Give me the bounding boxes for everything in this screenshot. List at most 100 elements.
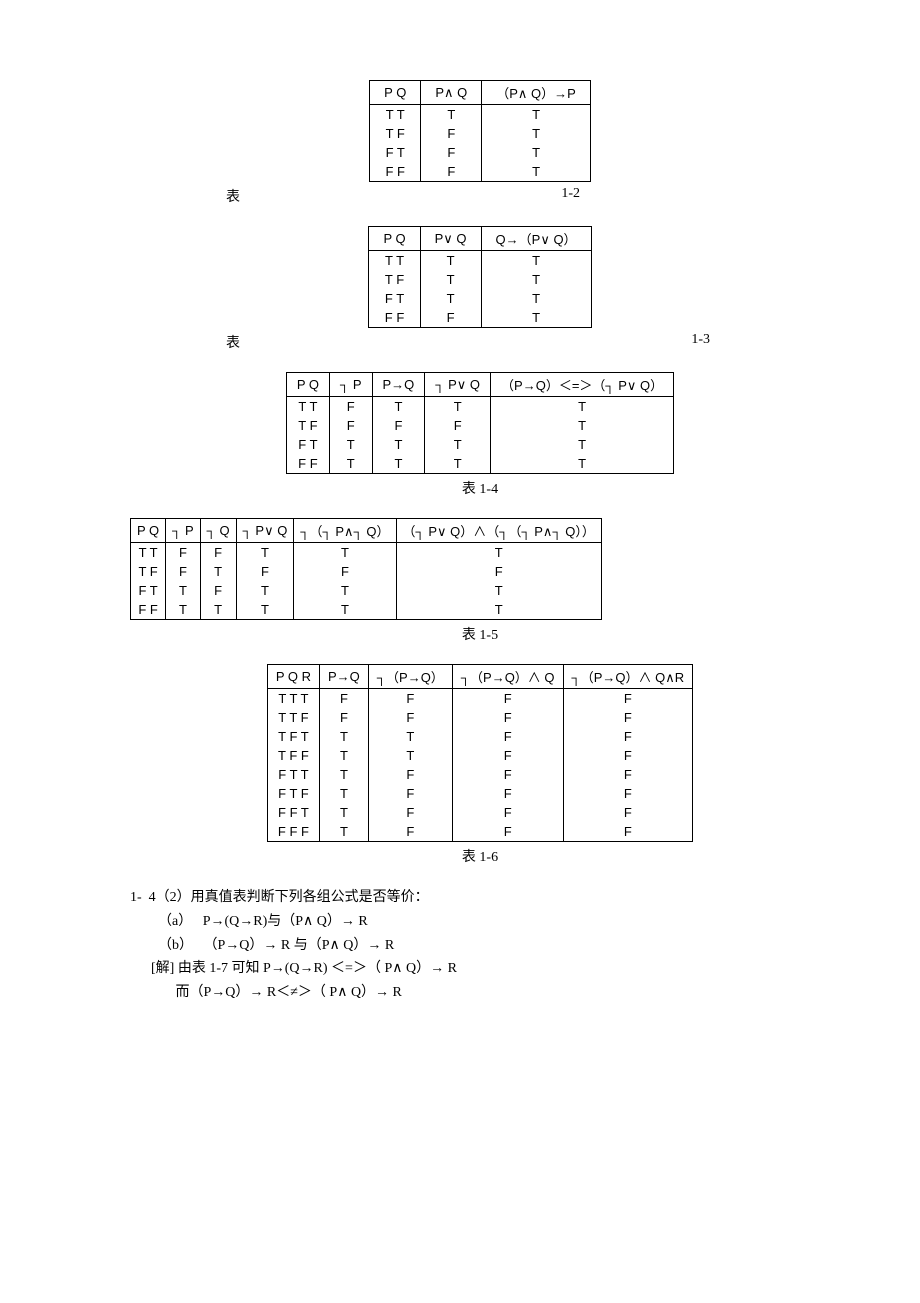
table-cell: T (420, 289, 481, 308)
table-cell: F T (370, 143, 421, 162)
table-row: T F FTTFF (267, 746, 692, 765)
table-cell: T (320, 822, 369, 842)
table-row: F F FTFFF (267, 822, 692, 842)
table-cell: T (396, 600, 601, 620)
table-cell: T T (286, 397, 329, 417)
table-cell: T (425, 454, 491, 474)
table-cell: T (491, 454, 674, 474)
table-row: T TFFTTT (131, 543, 602, 563)
text-line: 1- 4（2）用真值表判断下列各组公式是否等价： (130, 886, 830, 910)
table-header-cell: P Q (131, 519, 166, 543)
table-cell: T (482, 162, 591, 182)
table-cell: F (368, 708, 452, 727)
table-cell: T (368, 727, 452, 746)
table-cell: T (236, 581, 294, 600)
table-cell: T (491, 416, 674, 435)
table-cell: F (563, 708, 693, 727)
table-cell: T (330, 454, 373, 474)
table-cell: T F F (267, 746, 319, 765)
table-cell: T F (286, 416, 329, 435)
table-cell: F (563, 727, 693, 746)
table-header-cell: ┐ P (330, 373, 373, 397)
caption-number: 1-2 (561, 186, 580, 206)
table-row: F TTFTTT (131, 581, 602, 600)
truth-table-1-4: P Q┐ PP→Q┐ P∨ Q（P→Q）＜=＞（┐ P∨ Q）T TFTTTT … (130, 372, 830, 474)
table-cell: T (482, 143, 591, 162)
table-header-cell: Q→（P∨ Q） (481, 227, 591, 251)
table-header-cell: P Q (370, 81, 421, 105)
table-cell: F (166, 543, 201, 563)
text-line: （a） P→(Q→R)与（P∧ Q）→ R (130, 910, 830, 934)
table-cell: T (330, 435, 373, 454)
table-cell: F (563, 746, 693, 765)
table-header-cell: ┐ P∨ Q (425, 373, 491, 397)
caption-prefix: 表 (226, 332, 240, 352)
truth-table-1-6: P Q RP→Q┐（P→Q）┐（P→Q）∧ Q┐（P→Q）∧ Q∧RT T TF… (130, 664, 830, 842)
table-row: T FFT (370, 124, 591, 143)
table-cell: F (563, 765, 693, 784)
table-cell: T (372, 454, 425, 474)
table-cell: T (236, 543, 294, 563)
table-header-cell: P Q (286, 373, 329, 397)
table-cell: F F (286, 454, 329, 474)
table-row: T TTT (369, 251, 591, 271)
table-cell: F (563, 803, 693, 822)
table-cell: F (563, 784, 693, 803)
caption-prefix: 表 (226, 186, 240, 206)
table-cell: F (452, 689, 563, 709)
table-cell: F F (131, 600, 166, 620)
table-header-cell: P→Q (320, 665, 369, 689)
table-row: F FFT (370, 162, 591, 182)
table-header-cell: P∨ Q (420, 227, 481, 251)
table-cell: F (563, 822, 693, 842)
table-row: T FFFFT (286, 416, 673, 435)
table-cell: F (421, 143, 482, 162)
table-row: T TFTTT (286, 397, 673, 417)
table-header-cell: （P→Q）＜=＞（┐ P∨ Q） (491, 373, 674, 397)
table-cell: F (368, 689, 452, 709)
table-cell: T (481, 251, 591, 271)
text-line: （b） （P→Q）→ R 与（P∧ Q）→ R (130, 934, 830, 958)
table-header-cell: ┐（P→Q） (368, 665, 452, 689)
table-cell: F (420, 308, 481, 328)
truth-table-1-2: P QP∧ Q（P∧ Q）→PT TTTT FFTF TFTF FFT (130, 80, 830, 182)
table-row: F TFT (370, 143, 591, 162)
table-cell: F (330, 416, 373, 435)
text-line: 而（P→Q）→ R＜≠＞（ P∧ Q）→ R (130, 981, 830, 1005)
table-header-cell: （┐ P∨ Q）∧（┐（┐ P∧┐ Q）） (396, 519, 601, 543)
table-cell: T (481, 308, 591, 328)
table-row: T FFTFFF (131, 562, 602, 581)
truth-table-1-3: P QP∨ QQ→（P∨ Q）T TTTT FTTF TTTF FFT (130, 226, 830, 328)
table-cell: F T F (267, 784, 319, 803)
table-cell: F (425, 416, 491, 435)
table-cell: F (200, 543, 236, 563)
table-cell: T (420, 251, 481, 271)
table-cell: T F (370, 124, 421, 143)
table-cell: F (563, 689, 693, 709)
table-cell: T (482, 124, 591, 143)
table-cell: F (200, 581, 236, 600)
table-cell: F F (370, 162, 421, 182)
table-cell: T T (131, 543, 166, 563)
table-cell: T (166, 600, 201, 620)
table-cell: T (425, 397, 491, 417)
table-row: F TTT (369, 289, 591, 308)
table-cell: T (320, 784, 369, 803)
table-cell: F (421, 124, 482, 143)
table-cell: F T (369, 289, 420, 308)
caption-text: 表 1-5 (462, 628, 498, 643)
table-cell: T T (369, 251, 420, 271)
table-cell: T (166, 581, 201, 600)
table-cell: F (368, 822, 452, 842)
table-cell: T (236, 600, 294, 620)
table-cell: F (330, 397, 373, 417)
table-header-cell: ┐ P (166, 519, 201, 543)
table-row: T F TTTFF (267, 727, 692, 746)
table-cell: F (452, 803, 563, 822)
table-cell: F (452, 822, 563, 842)
table-cell: F (452, 784, 563, 803)
table-cell: T (491, 397, 674, 417)
caption-text: 表 1-4 (462, 482, 498, 497)
table-header-cell: ┐（P→Q）∧ Q (452, 665, 563, 689)
table-cell: T (425, 435, 491, 454)
